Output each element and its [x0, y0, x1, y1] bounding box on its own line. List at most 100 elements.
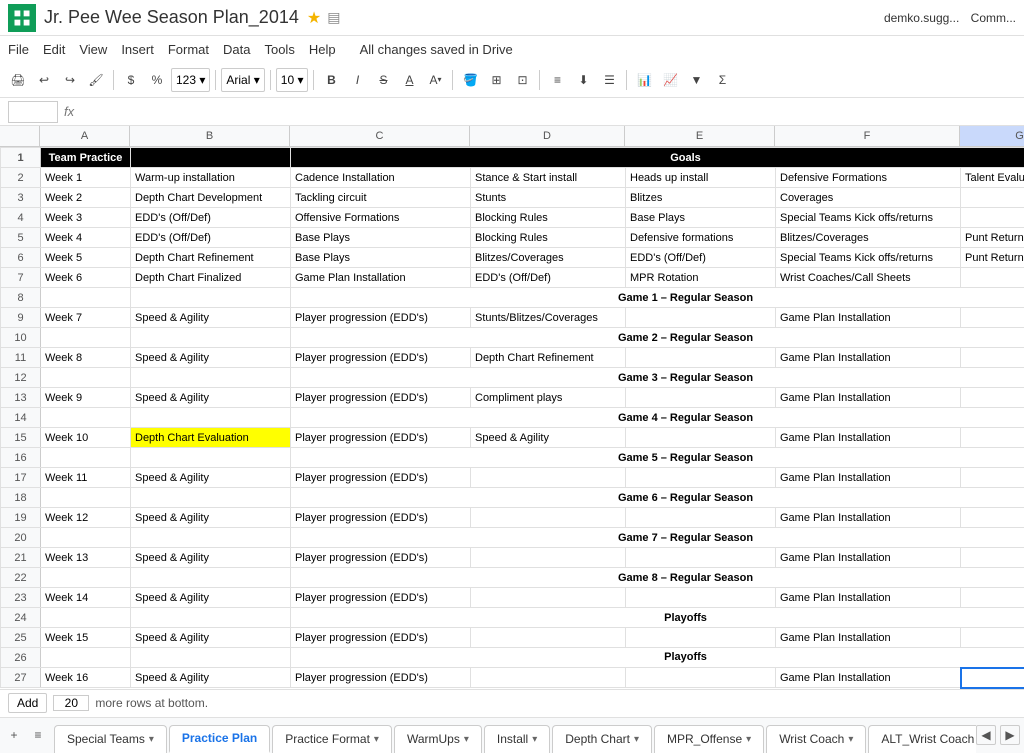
- cell-g20[interactable]: [961, 548, 1024, 568]
- cell-b19[interactable]: [131, 528, 291, 548]
- cell-b20[interactable]: Speed & Agility: [131, 548, 291, 568]
- cell-playoffs23[interactable]: Playoffs: [291, 608, 1024, 628]
- cell-b15[interactable]: [131, 448, 291, 468]
- cell-b0[interactable]: [131, 148, 291, 168]
- cell-a21[interactable]: [41, 568, 131, 588]
- tab-install[interactable]: Install ▾: [484, 725, 550, 753]
- cell-a1[interactable]: Week 1: [41, 168, 131, 188]
- cell-d1[interactable]: Stance & Start install: [471, 168, 626, 188]
- tab-prev-button[interactable]: ◀: [976, 725, 996, 745]
- cell-b9[interactable]: [131, 328, 291, 348]
- cell-e3[interactable]: Base Plays: [626, 208, 776, 228]
- cell-b8[interactable]: Speed & Agility: [131, 308, 291, 328]
- cell-a6[interactable]: Week 6: [41, 268, 131, 288]
- cell-a20[interactable]: Week 13: [41, 548, 131, 568]
- cell-d16[interactable]: [471, 468, 626, 488]
- strikethrough-button[interactable]: S: [371, 68, 395, 92]
- cell-c4[interactable]: Base Plays: [291, 228, 471, 248]
- cell-a13[interactable]: [41, 408, 131, 428]
- align-right-button[interactable]: ☰: [597, 68, 621, 92]
- cell-f22[interactable]: Game Plan Installation: [776, 588, 961, 608]
- cell-c22[interactable]: Player progression (EDD's): [291, 588, 471, 608]
- underline-button[interactable]: A: [397, 68, 421, 92]
- cell-e8[interactable]: [626, 308, 776, 328]
- cell-d22[interactable]: [471, 588, 626, 608]
- cell-goals[interactable]: Goals: [291, 148, 1024, 168]
- cell-b7[interactable]: [131, 288, 291, 308]
- fontsize-dropdown[interactable]: 10 ▾: [276, 68, 309, 92]
- cell-d14[interactable]: Speed & Agility: [471, 428, 626, 448]
- cell-game17[interactable]: Game 6 – Regular Season: [291, 488, 1024, 508]
- cell-e10[interactable]: [626, 348, 776, 368]
- cell-c16[interactable]: Player progression (EDD's): [291, 468, 471, 488]
- cell-a3[interactable]: Week 3: [41, 208, 131, 228]
- cell-d24[interactable]: [471, 628, 626, 648]
- cell-a0[interactable]: Team Practice: [41, 148, 131, 168]
- cell-f24[interactable]: Game Plan Installation: [776, 628, 961, 648]
- add-rows-button[interactable]: Add: [8, 693, 47, 713]
- cell-b5[interactable]: Depth Chart Refinement: [131, 248, 291, 268]
- bold-button[interactable]: B: [319, 68, 343, 92]
- cell-c20[interactable]: Player progression (EDD's): [291, 548, 471, 568]
- cell-a17[interactable]: [41, 488, 131, 508]
- cell-f16[interactable]: Game Plan Installation: [776, 468, 961, 488]
- cell-a5[interactable]: Week 5: [41, 248, 131, 268]
- cell-e4[interactable]: Defensive formations: [626, 228, 776, 248]
- align-left-button[interactable]: ≡: [545, 68, 569, 92]
- cell-game21[interactable]: Game 8 – Regular Season: [291, 568, 1024, 588]
- menu-data[interactable]: Data: [223, 42, 250, 57]
- cell-a2[interactable]: Week 2: [41, 188, 131, 208]
- cell-e22[interactable]: [626, 588, 776, 608]
- cell-b21[interactable]: [131, 568, 291, 588]
- cell-b13[interactable]: [131, 408, 291, 428]
- cell-c6[interactable]: Game Plan Installation: [291, 268, 471, 288]
- col-header-b[interactable]: B: [130, 126, 290, 146]
- doc-title[interactable]: Jr. Pee Wee Season Plan_2014: [44, 7, 299, 28]
- tab-warmups[interactable]: WarmUps ▾: [394, 725, 482, 753]
- cell-a16[interactable]: Week 11: [41, 468, 131, 488]
- cell-a26[interactable]: Week 16: [41, 668, 131, 688]
- sheet-list-button[interactable]: ≡: [28, 725, 48, 745]
- cell-game13[interactable]: Game 4 – Regular Season: [291, 408, 1024, 428]
- cell-b23[interactable]: [131, 608, 291, 628]
- font-dropdown[interactable]: Arial ▾: [221, 68, 264, 92]
- formula-input[interactable]: [80, 101, 1016, 123]
- cell-e1[interactable]: Heads up install: [626, 168, 776, 188]
- print-button[interactable]: 🖨: [6, 68, 30, 92]
- cell-c24[interactable]: Player progression (EDD's): [291, 628, 471, 648]
- cell-b25[interactable]: [131, 648, 291, 668]
- cell-c5[interactable]: Base Plays: [291, 248, 471, 268]
- filter-button[interactable]: ▼: [684, 68, 708, 92]
- cell-g26[interactable]: [961, 668, 1024, 688]
- format-dropdown[interactable]: 123 ▾: [171, 68, 210, 92]
- add-sheet-button[interactable]: +: [4, 725, 24, 745]
- cell-f2[interactable]: Coverages: [776, 188, 961, 208]
- cell-a14[interactable]: Week 10: [41, 428, 131, 448]
- cell-f1[interactable]: Defensive Formations: [776, 168, 961, 188]
- cell-e14[interactable]: [626, 428, 776, 448]
- cell-f3[interactable]: Special Teams Kick offs/returns: [776, 208, 961, 228]
- cell-f20[interactable]: Game Plan Installation: [776, 548, 961, 568]
- menu-help[interactable]: Help: [309, 42, 336, 57]
- cell-b26[interactable]: Speed & Agility: [131, 668, 291, 688]
- cell-d4[interactable]: Blocking Rules: [471, 228, 626, 248]
- tab-depth_chart[interactable]: Depth Chart ▾: [552, 725, 652, 753]
- col-header-g[interactable]: G: [960, 126, 1024, 146]
- cell-d8[interactable]: Stunts/Blitzes/Coverages: [471, 308, 626, 328]
- cell-d3[interactable]: Blocking Rules: [471, 208, 626, 228]
- menu-format[interactable]: Format: [168, 42, 209, 57]
- cell-a24[interactable]: Week 15: [41, 628, 131, 648]
- cell-c18[interactable]: Player progression (EDD's): [291, 508, 471, 528]
- menu-insert[interactable]: Insert: [121, 42, 154, 57]
- cell-a7[interactable]: [41, 288, 131, 308]
- cell-c1[interactable]: Cadence Installation: [291, 168, 471, 188]
- cell-d10[interactable]: Depth Chart Refinement: [471, 348, 626, 368]
- tab-alt_wrist_coach[interactable]: ALT_Wrist Coach ▾: [868, 725, 976, 753]
- cell-g8[interactable]: [961, 308, 1024, 328]
- menu-view[interactable]: View: [79, 42, 107, 57]
- cell-g24[interactable]: [961, 628, 1024, 648]
- cell-c3[interactable]: Offensive Formations: [291, 208, 471, 228]
- cell-e24[interactable]: [626, 628, 776, 648]
- cell-a25[interactable]: [41, 648, 131, 668]
- cell-e20[interactable]: [626, 548, 776, 568]
